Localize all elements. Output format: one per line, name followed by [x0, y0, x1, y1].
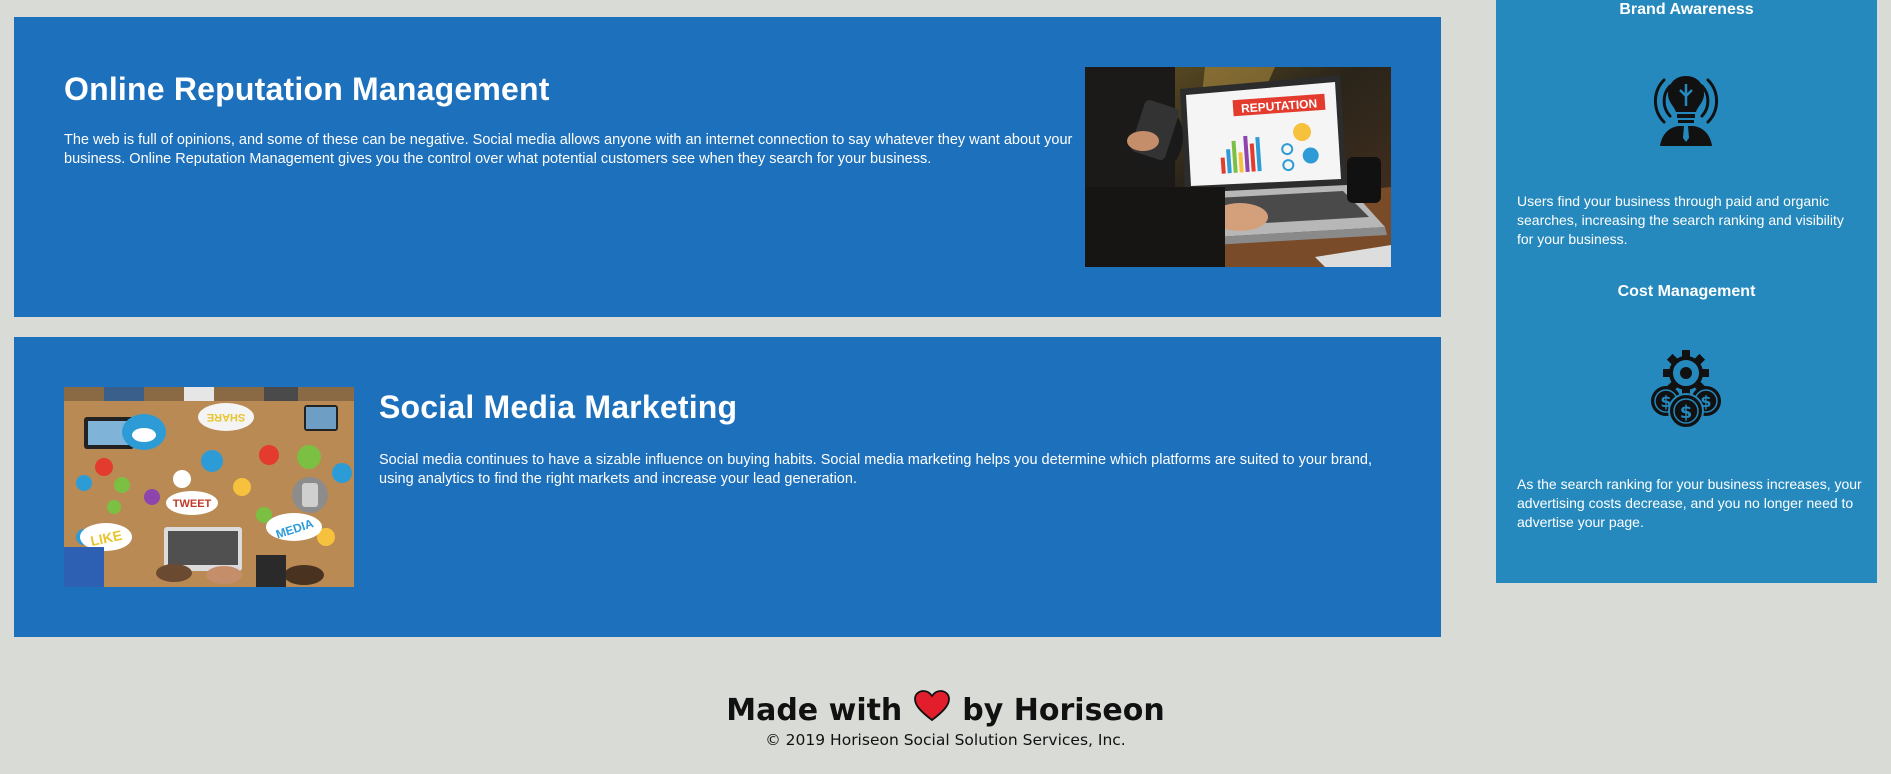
copyright-text: © 2019 Horiseon Social Solution Services… — [765, 731, 1126, 749]
heart-icon — [914, 690, 951, 731]
social-media-table-image: SHARE TWEET LIKE MEDIA — [64, 387, 354, 587]
section-title: Social Media Marketing — [379, 389, 738, 425]
reputation-laptop-image: REPUTATION — [1085, 67, 1391, 267]
made-with-love-line: Made with by Horiseon — [726, 690, 1165, 731]
gear-coins-icon: $ $ $ — [1646, 349, 1726, 429]
lightbulb-person-icon — [1646, 66, 1726, 146]
brand-awareness-text: Users find your business through paid an… — [1517, 193, 1844, 247]
cost-management-title: Cost Management — [1617, 283, 1756, 300]
benefits-sidebar: Brand Awareness Users find your business… — [1496, 0, 1877, 583]
section-title: Online Reputation Management — [64, 71, 550, 107]
brand-awareness-title: Brand Awareness — [1619, 1, 1754, 18]
online-reputation-management-section: Online Reputation Management The web is … — [14, 17, 1441, 317]
cost-management-text: As the search ranking for your business … — [1517, 476, 1862, 530]
share-word: SHARE — [207, 411, 246, 423]
svg-text:$: $ — [1680, 402, 1693, 423]
section-text: Social media continues to have a sizable… — [379, 452, 1373, 487]
by-horiseon-text: by Horiseon — [962, 692, 1165, 728]
section-text: The web is full of opinions, and some of… — [64, 132, 1073, 167]
tweet-word: TWEET — [173, 498, 212, 510]
page-footer: Made with by Horiseon © 2019 Horiseon So… — [0, 690, 1891, 749]
social-media-marketing-section: SHARE TWEET LIKE MEDIA Social Media Mark… — [14, 337, 1441, 637]
made-with-text: Made with — [726, 692, 903, 728]
